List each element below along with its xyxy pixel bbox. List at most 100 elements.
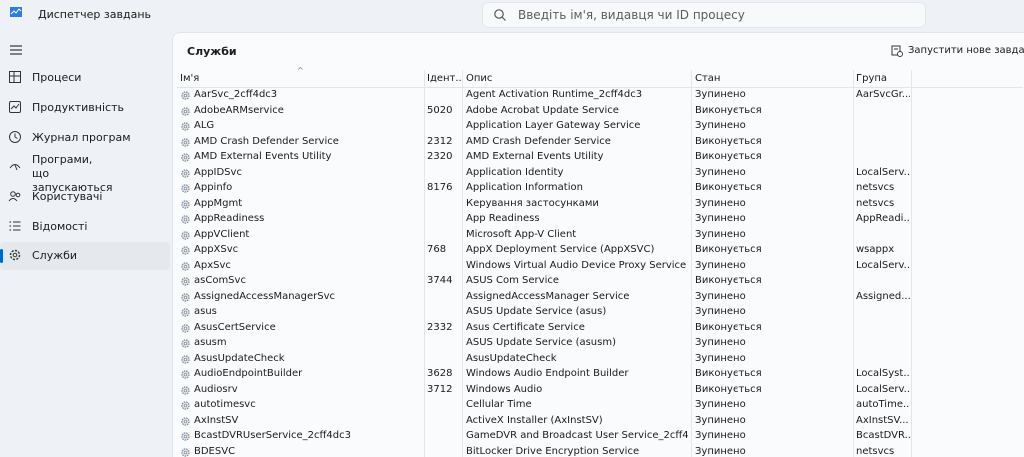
service-group: Assigned... <box>856 290 910 302</box>
column-header-pid[interactable]: Ідент... <box>427 73 461 84</box>
service-status: Зупинено <box>695 197 746 209</box>
table-row[interactable]: asus ASUS Update Service (asus) Зупинено <box>177 305 1023 321</box>
table-row[interactable]: AarSvc_2cff4dc3 Agent Activation Runtime_… <box>177 88 1023 104</box>
service-description: GameDVR and Broadcast User Service_2cff4… <box>466 430 688 441</box>
service-description: Adobe Acrobat Update Service <box>466 104 619 116</box>
table-row[interactable]: AdobeARMservice 5020 Adobe Acrobat Update … <box>177 104 1023 120</box>
service-gear-icon <box>181 277 190 286</box>
service-status: Зупинено <box>695 228 746 240</box>
service-description: Windows Audio Endpoint Builder <box>466 368 629 379</box>
service-name: AudioEndpointBuilder <box>194 368 303 379</box>
service-group: AxInstSV... <box>856 414 909 426</box>
table-row[interactable]: ApxSvc Windows Virtual Audio Device Proxy… <box>177 259 1023 275</box>
service-status: Зупинено <box>695 337 746 348</box>
app-title: Диспетчер завдань <box>38 8 151 21</box>
details-icon <box>9 221 21 231</box>
table-row[interactable]: AxInstSV ActiveX Installer (AxInstSV) Зупи… <box>177 414 1023 430</box>
service-description: ActiveX Installer (AxInstSV) <box>466 414 603 426</box>
app-history-icon <box>9 131 21 143</box>
table-header: Ім'я ^ Ідент... Опис Стан Група <box>177 66 1023 88</box>
sidebar-item-label: Користувачі <box>32 190 103 203</box>
sidebar-item-users[interactable]: Користувачі <box>0 183 170 211</box>
table-row[interactable]: AppReadiness App Readiness Зупинено AppRead… <box>177 212 1023 228</box>
service-pid: 3712 <box>427 383 453 395</box>
service-pid: 5020 <box>427 104 453 116</box>
table-row[interactable]: autotimesvc Cellular Time Зупинено autoTime… <box>177 398 1023 414</box>
service-name: Audiosrv <box>194 383 238 395</box>
sidebar-item-processes[interactable]: Процеси <box>0 64 170 92</box>
table-row[interactable]: AsusCertService 2332 Asus Certificate Serv… <box>177 321 1023 337</box>
service-status: Зупинено <box>695 399 746 410</box>
table-row[interactable]: BDESVC BitLocker Drive Encryption Service… <box>177 445 1023 457</box>
table-row[interactable]: AppVClient Microsoft App-V Client Зупинено <box>177 228 1023 244</box>
service-status: Виконується <box>695 321 762 333</box>
service-pid: 2320 <box>427 151 453 162</box>
table-row[interactable]: AppXSvc 768 AppX Deployment Service (AppXS… <box>177 243 1023 259</box>
service-description: Керування застосунками <box>466 197 599 209</box>
table-row[interactable]: AssignedAccessManagerSvc AssignedAccessMa… <box>177 290 1023 306</box>
table-row[interactable]: AppIDSvc Application Identity Зупинено Loca… <box>177 166 1023 182</box>
services-table: Ім'я ^ Ідент... Опис Стан Група AarSvc_2… <box>177 66 1023 457</box>
service-group: LocalSyst... <box>856 368 910 379</box>
service-pid: 3744 <box>427 275 453 286</box>
service-name: AMD External Events Utility <box>194 151 332 162</box>
table-row[interactable]: asusm ASUS Update Service (asusm) Зупинено <box>177 336 1023 352</box>
column-header-description[interactable]: Опис <box>466 73 686 84</box>
sidebar: Процеси Продуктивність Журнал програм Пр… <box>0 32 172 457</box>
service-status: Зупинено <box>695 306 746 317</box>
sidebar-item-label: Відомості <box>32 220 88 233</box>
table-body: AarSvc_2cff4dc3 Agent Activation Runtime_… <box>177 88 1023 457</box>
service-group: wsappx <box>856 244 895 255</box>
sidebar-item-app-history[interactable]: Журнал програм <box>0 124 170 152</box>
service-group: AarSvcGr... <box>856 89 910 100</box>
service-name: Appinfo <box>194 182 233 193</box>
table-row[interactable]: asComSvc 3744 ASUS Com Service Виконується <box>177 274 1023 290</box>
table-row[interactable]: AppMgmt Керування застосунками Зупинено net… <box>177 197 1023 213</box>
column-header-group[interactable]: Група <box>856 73 910 84</box>
table-row[interactable]: AMD Crash Defender Service 2312 AMD Crash … <box>177 135 1023 151</box>
service-description: AppX Deployment Service (AppXSVC) <box>466 244 655 255</box>
service-group: netsvcs <box>856 445 895 457</box>
service-gear-icon <box>181 215 190 224</box>
service-status: Виконується <box>695 151 762 162</box>
sidebar-item-label: Журнал програм <box>32 131 131 144</box>
search-input[interactable]: Введіть ім'я, видавця чи ID процесу <box>518 8 745 22</box>
table-row[interactable]: ALG Application Layer Gateway Service Зупи… <box>177 119 1023 135</box>
table-row[interactable]: AMD External Events Utility 2320 AMD Exter… <box>177 150 1023 166</box>
service-status: Зупинено <box>695 430 746 441</box>
sidebar-item-details[interactable]: Відомості <box>0 213 170 241</box>
service-status: Виконується <box>695 244 762 255</box>
sidebar-item-services[interactable]: Служби <box>0 242 170 270</box>
service-pid: 8176 <box>427 182 453 193</box>
sidebar-item-label: Продуктивність <box>32 101 124 114</box>
service-description: ASUS Com Service <box>466 275 560 286</box>
service-status: Виконується <box>695 182 762 193</box>
service-description: App Readiness <box>466 213 540 224</box>
hamburger-menu-icon[interactable] <box>9 44 23 56</box>
table-row[interactable]: BcastDVRUserService_2cff4dc3 GameDVR and … <box>177 429 1023 445</box>
service-name: BcastDVRUserService_2cff4dc3 <box>194 430 352 441</box>
service-gear-icon <box>181 106 190 116</box>
service-name: AsusUpdateCheck <box>194 352 285 364</box>
table-row[interactable]: Appinfo 8176 Application Information Викону… <box>177 181 1023 197</box>
sidebar-item-label: Процеси <box>32 71 82 84</box>
main-panel: Служби Запустити нове завдання Ім'я ^ Ід… <box>172 32 1024 457</box>
services-icon <box>9 249 21 261</box>
column-header-status[interactable]: Стан <box>695 73 845 84</box>
column-header-label: Ім'я <box>180 73 200 84</box>
service-name: AppReadiness <box>194 213 265 224</box>
service-gear-icon <box>181 91 190 100</box>
service-gear-icon <box>181 354 190 364</box>
service-name: AsusCertService <box>194 321 276 333</box>
service-gear-icon <box>181 122 190 131</box>
service-name: asusm <box>194 337 227 348</box>
search-box[interactable]: Введіть ім'я, видавця чи ID процесу <box>482 2 926 28</box>
table-row[interactable]: AsusUpdateCheck AsusUpdateCheck Зупинено <box>177 352 1023 368</box>
table-row[interactable]: Audiosrv 3712 Windows Audio Виконується Loca… <box>177 383 1023 399</box>
service-status: Зупинено <box>695 445 746 457</box>
service-gear-icon <box>181 292 190 302</box>
sidebar-item-performance[interactable]: Продуктивність <box>0 94 170 122</box>
table-row[interactable]: AudioEndpointBuilder 3628 Windows Audio En… <box>177 367 1023 383</box>
sidebar-item-startup-apps[interactable]: Програми, що запускаються <box>0 153 170 194</box>
service-status: Зупинено <box>695 352 746 364</box>
